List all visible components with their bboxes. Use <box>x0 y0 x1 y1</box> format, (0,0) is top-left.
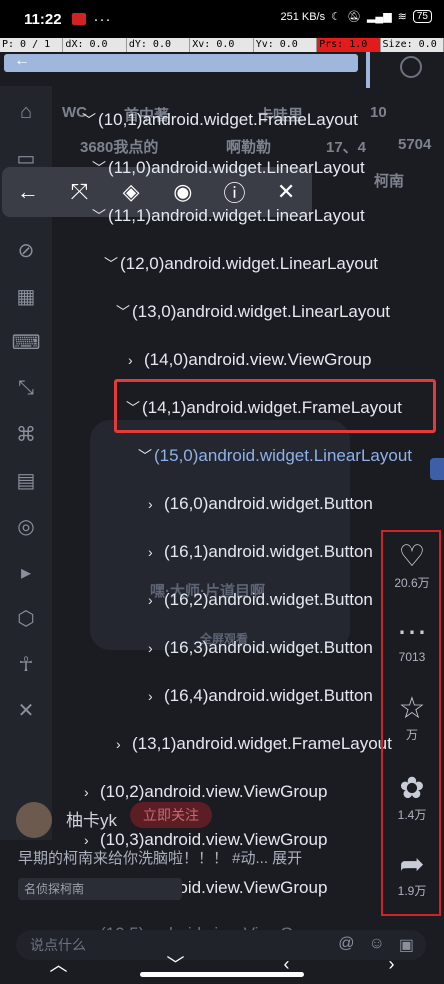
chevron-right-icon: › <box>128 352 133 368</box>
tree-node[interactable]: ﹀ (11,0)android.widget.LinearLayout <box>92 156 365 180</box>
tree-node[interactable]: ﹀ (11,1)android.widget.LinearLayout <box>92 204 365 228</box>
author-name[interactable]: 柚卡yk <box>66 806 117 831</box>
notification-icon <box>71 13 86 25</box>
battery-icon: 75 <box>412 10 432 23</box>
js-icon[interactable]: ⬡ <box>14 606 38 630</box>
tree-node[interactable]: ﹀ (10,1)android.widget.FrameLayout <box>82 108 358 132</box>
tree-node[interactable]: › (14,0)android.view.ViewGroup <box>128 348 371 372</box>
keyboard-icon[interactable]: ⌨ <box>12 330 41 354</box>
divider <box>366 52 370 88</box>
pointer-xv: Xv: 0.0 <box>190 38 254 52</box>
tree-node[interactable]: › (16,0)android.widget.Button <box>148 492 373 516</box>
moon-icon: ☾ <box>331 11 341 23</box>
chevron-right-icon: › <box>148 544 153 560</box>
tree-node[interactable]: ﹀ (12,0)android.widget.LinearLayout <box>104 252 378 276</box>
flow-icon[interactable]: ⤡ <box>14 376 38 400</box>
follow-button[interactable]: 立即关注 <box>130 802 212 828</box>
header-fragment: 3680我点的 <box>80 139 159 156</box>
home-indicator[interactable] <box>140 972 304 977</box>
back-arrow-icon[interactable]: ← <box>10 174 46 210</box>
pointer-location-bar: P: 0 / 1 dX: 0.0 dY: 0.0 Xv: 0.0 Yv: 0.0… <box>0 38 444 52</box>
pointer-yv: Yv: 0.0 <box>254 38 318 52</box>
like-action[interactable]: ♡ 20.6万 <box>386 540 438 591</box>
accessibility-icon[interactable]: ☥ <box>14 652 38 676</box>
heart-icon: ♡ <box>398 540 426 573</box>
comment-icon: ⋯ <box>397 616 427 649</box>
chevron-down-icon: ﹀ <box>116 304 130 320</box>
reward-action[interactable]: ✿ 1.4万 <box>386 772 438 823</box>
tree-node[interactable]: › (10,2)android.view.ViewGroup <box>84 780 327 804</box>
star-icon: ☆ <box>398 692 426 725</box>
chevron-down-icon: ﹀ <box>92 208 106 224</box>
chevron-right-icon: › <box>116 736 121 752</box>
compass-icon[interactable]: ⊘ <box>14 238 38 262</box>
wifi-icon: ≋ <box>397 11 407 23</box>
pointer-pressure: Prs: 1.0 <box>317 38 381 52</box>
header-fragment: 10 <box>370 104 387 121</box>
avatar[interactable] <box>16 802 52 838</box>
more-notifications-icon: ··· <box>93 10 112 28</box>
chevron-right-icon: › <box>148 592 153 608</box>
reward-icon: ✿ <box>399 772 425 805</box>
keypad-icon[interactable]: ▤ <box>14 468 38 492</box>
chevron-right-icon[interactable]: › <box>389 954 395 975</box>
search-icon[interactable] <box>400 56 422 78</box>
status-bar: 11:22 ··· 251 KB/s ☾ 🔕︎ ▂▄▆ ≋ 75 <box>0 0 444 38</box>
chevron-up-icon[interactable]: ︿ <box>50 951 68 977</box>
navigation-bar: ︿ ﹀ ‹ › <box>0 944 444 984</box>
pointer-count: P: 0 / 1 <box>0 38 64 52</box>
search-bar[interactable] <box>4 54 358 72</box>
tree-node[interactable]: › (13,1)android.widget.FrameLayout <box>116 732 392 756</box>
tree-node[interactable]: › (16,4)android.widget.Button <box>148 684 373 708</box>
side-tab[interactable] <box>430 458 444 480</box>
chevron-down-icon: ﹀ <box>138 448 152 464</box>
chevron-down-icon: ﹀ <box>92 160 106 176</box>
header-fragment: 17、4 <box>326 139 367 156</box>
tree-node[interactable]: ﹀ (13,0)android.widget.LinearLayout <box>116 300 390 324</box>
pointer-dx: dX: 0.0 <box>63 38 127 52</box>
back-arrow-icon[interactable]: ← <box>14 52 30 70</box>
video-description[interactable]: 早期的柯南来给你洗脑啦！！！ #动... 展开 <box>18 847 302 868</box>
close-icon[interactable]: ✕ <box>14 698 38 722</box>
net-speed: 251 KB/s <box>280 10 326 23</box>
selection-highlight <box>114 379 436 433</box>
cmd-icon[interactable]: ⌘ <box>14 422 38 446</box>
tree-node[interactable]: › (16,2)android.widget.Button <box>148 588 373 612</box>
grid-icon[interactable]: ▦ <box>14 284 38 308</box>
status-time: 11:22 <box>24 10 62 28</box>
chevron-right-icon: › <box>148 496 153 512</box>
header-fragment: 啊勒勒 <box>226 139 272 156</box>
pointer-dy: dY: 0.0 <box>127 38 191 52</box>
tree-node[interactable]: › (16,1)android.widget.Button <box>148 540 373 564</box>
chevron-down-icon: ﹀ <box>82 112 96 128</box>
terminal-icon[interactable]: ▸ <box>14 560 38 584</box>
topic-tag[interactable]: 名侦探柯南 <box>18 878 182 900</box>
mute-icon: 🔕︎ <box>346 11 361 23</box>
chevron-right-icon: › <box>148 640 153 656</box>
home-icon[interactable]: ⌂ <box>14 100 38 124</box>
header-fragment: 5704 <box>398 136 432 153</box>
favorite-action[interactable]: ☆ 万 <box>386 692 438 743</box>
chevron-right-icon: › <box>84 784 89 800</box>
globe-icon[interactable]: ◎ <box>14 514 38 538</box>
chevron-down-icon: ﹀ <box>104 256 118 272</box>
comment-action[interactable]: ⋯ 7013 <box>386 616 438 664</box>
pointer-size: Size: 0.0 <box>381 38 444 52</box>
tree-node[interactable]: › (16,3)android.widget.Button <box>148 636 373 660</box>
chevron-right-icon: › <box>148 688 153 704</box>
header-fragment: 柯南 <box>374 173 405 190</box>
signal-icon: ▂▄▆ <box>366 11 392 23</box>
tree-node[interactable]: ﹀ (15,0)android.widget.LinearLayout <box>138 444 412 468</box>
share-action[interactable]: ➦ 1.9万 <box>386 848 438 899</box>
share-icon: ➦ <box>399 848 425 881</box>
